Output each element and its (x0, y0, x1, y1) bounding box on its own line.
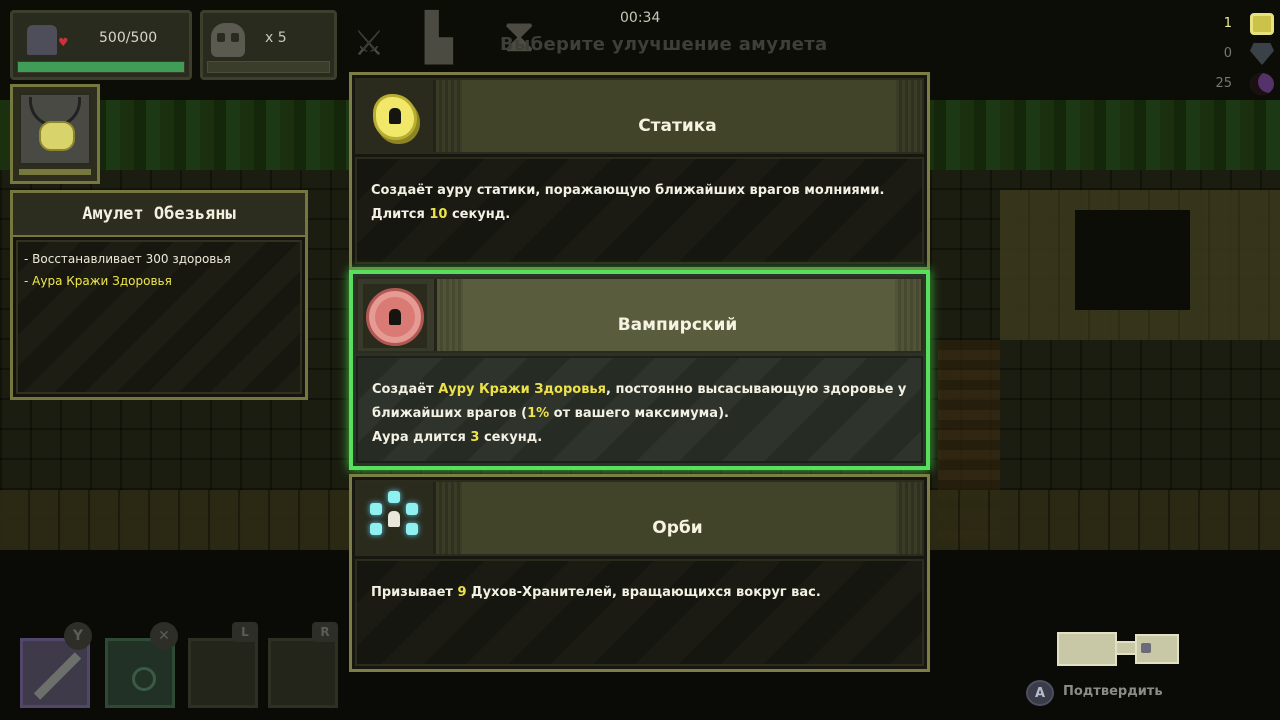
heart-icon: ♥ (59, 35, 68, 51)
highlight-text: 1% (527, 406, 550, 421)
card-desc-text: Призывает 9 Духов-Хранителей, вращающихс… (371, 581, 908, 605)
card-description: Создаёт Ауру Кражи Здоровья, постоянно в… (356, 356, 923, 463)
orb-icon (370, 503, 382, 515)
upgrade-prompt: Выберите улучшение амулета (500, 34, 828, 55)
amulet-image (19, 93, 91, 165)
desc-text: секунд. (447, 207, 511, 222)
desc-text: Аура длится (372, 430, 471, 445)
card-title: Вампирский (617, 315, 738, 335)
bomb-item-icon (132, 667, 156, 691)
desc-text: Призывает (371, 585, 458, 600)
player-portrait: ♥ (21, 21, 71, 61)
sword-item-icon (33, 652, 82, 700)
orb-icon (406, 503, 418, 515)
desc-text: Создаёт (372, 382, 439, 397)
gem-count: 0 (1223, 46, 1232, 61)
y-button-icon: Y (64, 622, 92, 650)
desc-text: от вашего максимума). (549, 406, 729, 421)
r-button-icon: R (312, 622, 338, 642)
amulet-effects: - Восстанавливает 300 здоровья - Аура Кр… (16, 240, 302, 394)
card-header: Статика (355, 78, 924, 154)
upgrade-card-static[interactable]: Статика Создаёт ауру статики, поражающую… (349, 72, 930, 270)
card-header: Вампирский (356, 277, 923, 353)
health-bar (17, 61, 185, 73)
amulet-effect-line: - Аура Кражи Здоровья (24, 274, 172, 288)
run-timer: 00:34 (620, 10, 661, 26)
amulet-slot-bar (19, 169, 91, 175)
card-title: Статика (638, 116, 717, 136)
card-description: Создаёт ауру статики, поражающую ближайш… (355, 157, 924, 264)
card-icon-frame (362, 85, 426, 149)
card-header: Орби (355, 480, 924, 556)
a-button-icon[interactable]: A (1026, 680, 1054, 706)
vampire-icon (366, 288, 424, 346)
health-bar-fill (18, 62, 184, 72)
amulet-info-panel: Амулет Обезьяны - Восстанавливает 300 зд… (10, 190, 308, 400)
gold-coin-icon (1250, 13, 1274, 35)
card-desc-text: Создаёт ауру статики, поражающую ближайш… (371, 179, 908, 227)
highlight-text: Ауру Кражи Здоровья (438, 382, 607, 397)
figure-icon (389, 309, 401, 325)
health-value: 500/500 (99, 30, 158, 46)
static-icon (376, 97, 414, 137)
highlight-text: 10 (429, 207, 448, 222)
desc-text: Духов-Хранителей, вращающихся вокруг вас… (466, 585, 821, 600)
kill-bar (207, 61, 330, 73)
health-panel: ♥ 500/500 (10, 10, 192, 80)
confirm-label[interactable]: Подтвердить (1063, 684, 1163, 699)
amulet-title-bar: Амулет Обезьяны (13, 193, 305, 237)
amulet-effect-line: - Восстанавливает 300 здоровья (24, 252, 231, 266)
figure-icon (388, 511, 400, 527)
x-button-icon: ✕ (150, 622, 178, 650)
card-description: Призывает 9 Духов-Хранителей, вращающихс… (355, 559, 924, 666)
ability-slot-l[interactable] (188, 638, 258, 708)
minimap-room (1057, 632, 1117, 666)
figure-icon (389, 108, 401, 124)
boot-icon: ▙ (425, 10, 453, 64)
upgrade-card-orbs[interactable]: Орби Призывает 9 Духов-Хранителей, враща… (349, 474, 930, 672)
orb-icon (406, 523, 418, 535)
amulet-title: Амулет Обезьяны (82, 204, 236, 224)
desc-text: секунд. (479, 430, 543, 445)
card-icon-frame (362, 487, 426, 551)
moon-icon (1250, 73, 1274, 95)
card-icon-frame (363, 284, 427, 348)
kill-count: x 5 (265, 30, 287, 46)
player-face-icon (27, 25, 57, 55)
card-desc-text: Создаёт Ауру Кражи Здоровья, постоянно в… (372, 378, 907, 450)
ability-slot-r[interactable] (268, 638, 338, 708)
sword-icon: ⚔ (355, 12, 383, 66)
kill-counter-panel: x 5 (200, 10, 337, 80)
card-title: Орби (652, 518, 703, 538)
gold-count: 1 (1223, 16, 1232, 31)
dark-opening (1075, 210, 1190, 310)
player-marker-icon (1141, 643, 1151, 653)
orb-icon (370, 523, 382, 535)
upgrade-card-vampire[interactable]: Вампирский Создаёт Ауру Кражи Здоровья, … (349, 270, 930, 470)
amulet-slot[interactable] (10, 84, 100, 184)
orb-icon (388, 491, 400, 503)
minimap[interactable] (1057, 632, 1182, 666)
skull-icon (211, 23, 245, 57)
minimap-corridor (1115, 641, 1137, 655)
orbs-icon (364, 489, 424, 549)
highlight-text: 9 (457, 585, 467, 600)
soul-count: 25 (1215, 76, 1232, 91)
monkey-amulet-icon (39, 121, 75, 151)
l-button-icon: L (232, 622, 258, 642)
